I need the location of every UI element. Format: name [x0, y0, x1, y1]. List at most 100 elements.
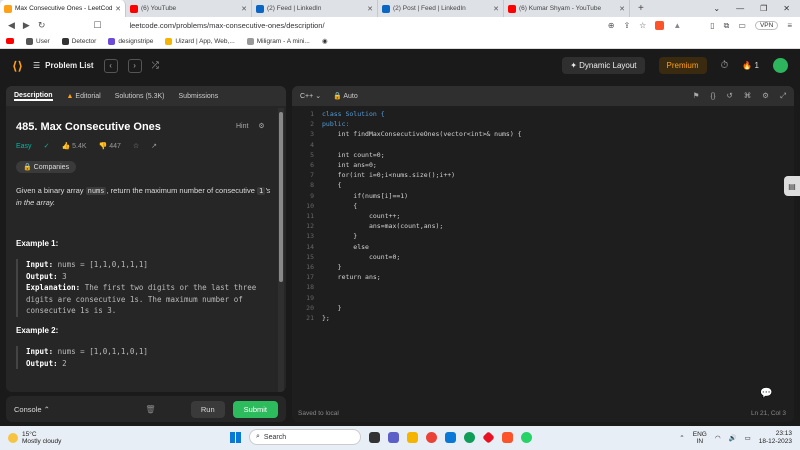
close-tab-icon[interactable]: ✕ — [241, 5, 247, 13]
url-field[interactable]: leetcode.com/problems/max-consecutive-on… — [129, 21, 324, 30]
leetcode-logo-icon[interactable]: ⟨⟩ — [12, 59, 23, 73]
battery-icon[interactable]: ▭ — [745, 434, 751, 442]
companies-tag[interactable]: 🔒 Companies — [16, 161, 77, 173]
browser-tab[interactable]: (2) Post | Feed | LinkedIn ✕ — [378, 0, 504, 17]
bookmark-item[interactable]: Miligram - A mini... — [246, 37, 310, 45]
youtube-bookmark-icon[interactable] — [6, 38, 14, 44]
prev-problem-button[interactable]: ‹ — [103, 58, 118, 73]
globe-icon[interactable]: ◉ — [322, 37, 328, 45]
tab-editorial[interactable]: ▲ Editorial — [67, 93, 101, 100]
close-tab-icon[interactable]: ✕ — [115, 5, 121, 13]
bookmark-item[interactable]: Uizard | App, Web,... — [165, 37, 235, 45]
browser-tab[interactable]: (6) Kumar Shyam - YouTube ✕ — [504, 0, 630, 17]
problem-list-button[interactable]: ☰ Problem List — [33, 61, 94, 70]
vpn-button[interactable]: VPN — [754, 21, 779, 30]
minimize-button[interactable]: — — [736, 4, 744, 13]
sidebar-icon[interactable]: ▯ — [710, 21, 714, 30]
bookmark-item[interactable]: designstripe — [108, 37, 153, 45]
reset-icon[interactable]: ↺ — [726, 91, 732, 101]
share-link-icon[interactable]: ↗ — [151, 142, 157, 150]
forward-icon[interactable]: ▶ — [23, 20, 30, 31]
console-toggle[interactable]: Console ⌃ — [14, 405, 50, 414]
brave-icon[interactable] — [502, 431, 513, 443]
avatar[interactable] — [773, 58, 788, 73]
run-button[interactable]: Run — [190, 400, 225, 418]
hint-button[interactable]: Hint ⚙ — [236, 122, 265, 130]
windows-start-icon[interactable] — [230, 431, 241, 443]
code-line[interactable]: class Solution { — [322, 110, 385, 118]
tab-solutions[interactable]: Solutions (5.3K) — [115, 93, 165, 100]
brave-shield-icon[interactable] — [655, 21, 665, 30]
code-line[interactable]: for(int i=0;i<nums.size();i++) — [322, 171, 455, 179]
zoom-icon[interactable]: ⊕ — [608, 21, 615, 30]
chat-icon[interactable]: 💬 — [760, 388, 774, 402]
teams-icon[interactable] — [388, 431, 399, 443]
close-window-button[interactable]: ✕ — [783, 4, 790, 13]
settings-icon[interactable]: ⚙ — [762, 91, 769, 101]
bookmark-item[interactable]: User — [26, 37, 50, 45]
trash-icon[interactable]: 🗑 — [145, 405, 155, 414]
code-line[interactable]: else — [322, 243, 369, 251]
code-line[interactable]: int findMaxConsecutiveOnes(vector<int>& … — [322, 130, 522, 138]
code-line[interactable]: count++; — [322, 212, 400, 220]
share-icon[interactable]: ⇪ — [623, 21, 630, 30]
rewards-icon[interactable]: ▲ — [673, 21, 681, 30]
weather-widget[interactable]: 15°C Mostly cloudy — [8, 431, 61, 446]
explorer-icon[interactable] — [407, 431, 418, 443]
code-line[interactable]: int count=0; — [322, 151, 385, 159]
store-icon[interactable] — [445, 431, 456, 443]
window-menu-icon[interactable]: ⌄ — [713, 4, 720, 13]
chrome-icon[interactable] — [426, 431, 437, 443]
back-icon[interactable]: ◀ — [8, 20, 15, 31]
code-line[interactable]: if(nums[i]==1) — [322, 192, 408, 200]
taskbar-search[interactable]: ⌕ Search — [249, 429, 361, 445]
language-indicator[interactable]: ENG IN — [693, 431, 707, 446]
submit-button[interactable]: Submit — [232, 400, 278, 418]
wifi-icon[interactable]: ◠ — [715, 434, 721, 442]
tab-submissions[interactable]: Submissions — [179, 93, 219, 100]
wallet-icon[interactable]: ▭ — [738, 21, 746, 30]
bookmark-item[interactable]: Detector — [61, 37, 96, 45]
bookmark-icon[interactable]: ☐ — [93, 20, 101, 31]
dynamic-layout-button[interactable]: ✦ Dynamic Layout — [562, 57, 645, 74]
new-tab-button[interactable]: + — [630, 3, 652, 14]
code-line[interactable]: public: — [322, 120, 349, 128]
tab-description[interactable]: Description — [14, 92, 53, 101]
code-line[interactable]: } — [322, 263, 342, 271]
clock[interactable]: 23:13 18-12-2023 — [759, 430, 792, 446]
menu-icon[interactable]: ≡ — [787, 21, 792, 30]
taskview-icon[interactable] — [369, 431, 380, 443]
code-line[interactable]: count=0; — [322, 253, 400, 261]
close-tab-icon[interactable]: ✕ — [493, 5, 499, 13]
scrollbar-thumb[interactable] — [279, 112, 283, 282]
tray-chevron-icon[interactable]: ⌃ — [679, 434, 684, 442]
braces-icon[interactable]: {} — [710, 91, 715, 101]
dislike-button[interactable]: 👎 447 — [99, 142, 121, 150]
code-line[interactable]: { — [322, 202, 357, 210]
code-line[interactable]: } — [322, 304, 342, 312]
auto-mode-toggle[interactable]: 🔒 Auto — [333, 92, 358, 100]
streak-counter[interactable]: 🔥 1 — [742, 61, 759, 70]
app-icon[interactable] — [482, 430, 495, 444]
shortcut-icon[interactable]: ⌘ — [744, 91, 752, 101]
whatsapp-icon[interactable] — [521, 431, 532, 443]
language-select[interactable]: C++ ⌄ — [300, 92, 321, 100]
edge-icon[interactable] — [464, 431, 475, 443]
reload-icon[interactable]: ↻ — [38, 20, 46, 31]
code-line[interactable]: ans=max(count,ans); — [322, 222, 443, 230]
next-problem-button[interactable]: › — [127, 58, 142, 73]
star-icon[interactable]: ☆ — [639, 21, 646, 30]
bookmark-icon[interactable]: ⚑ — [693, 91, 700, 101]
browser-tab[interactable]: Max Consecutive Ones - LeetCod ✕ — [0, 0, 126, 17]
shuffle-icon[interactable]: ⤮ — [152, 60, 159, 71]
restore-button[interactable]: ❐ — [760, 4, 767, 13]
code-line[interactable]: return ans; — [322, 273, 381, 281]
extensions-icon[interactable]: ⧉ — [724, 21, 730, 31]
code-line[interactable]: { — [322, 181, 342, 189]
premium-button[interactable]: Premium — [658, 57, 707, 74]
close-tab-icon[interactable]: ✕ — [619, 5, 625, 13]
like-button[interactable]: 👍 5.4K — [61, 142, 86, 150]
code-line[interactable]: }; — [322, 314, 330, 322]
timer-icon[interactable]: ⏱ — [721, 60, 729, 71]
code-line[interactable]: } — [322, 232, 357, 240]
